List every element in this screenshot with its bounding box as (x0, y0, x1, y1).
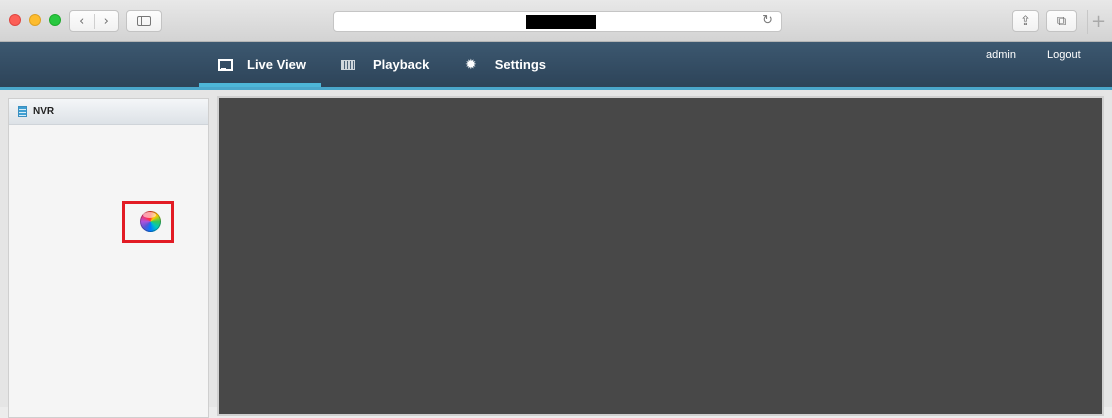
nvr-tree-node[interactable]: NVR (9, 99, 208, 125)
spinning-wheel-icon (140, 211, 161, 232)
history-nav: ‹ › (69, 10, 119, 32)
video-view-area[interactable] (217, 96, 1104, 416)
tab-label: Playback (373, 57, 430, 72)
close-window-button[interactable] (9, 14, 21, 26)
forward-button[interactable]: › (95, 14, 119, 29)
nvr-icon (18, 106, 27, 117)
new-tab-button[interactable]: + (1087, 10, 1109, 34)
tab-label: Live View (247, 57, 307, 72)
tabs-icon: ⧉ (1056, 13, 1067, 29)
panel-title: NVR (33, 106, 55, 117)
reload-icon[interactable]: ↻ (762, 13, 773, 28)
tab-settings[interactable]: ✹ Settings (465, 42, 546, 87)
username-label[interactable]: admin (986, 49, 1016, 61)
film-icon (341, 59, 355, 70)
redacted-url (526, 15, 596, 29)
show-tabs-button[interactable]: ⧉ (1046, 10, 1077, 32)
sidebar-icon (137, 16, 151, 26)
minimize-window-button[interactable] (29, 14, 41, 26)
share-icon: ⇪ (1020, 13, 1031, 29)
monitor-icon (218, 58, 233, 71)
maximize-window-button[interactable] (49, 14, 61, 26)
sidebar-toggle-button[interactable] (126, 10, 162, 32)
share-button[interactable]: ⇪ (1012, 10, 1039, 32)
logout-link[interactable]: Logout (1047, 49, 1081, 61)
tab-label: Settings (494, 57, 547, 72)
highlight-box (122, 201, 174, 243)
app-header: Live View Playback ✹ Settings admin Logo… (0, 42, 1112, 90)
tab-playback[interactable]: Playback (341, 42, 429, 87)
device-tree-panel: NVR (8, 98, 209, 418)
browser-toolbar: ‹ › ↻ ⇪ ⧉ + (0, 0, 1112, 42)
back-button[interactable]: ‹ (70, 13, 95, 29)
address-bar[interactable]: ↻ (333, 11, 782, 32)
page-body: NVR (0, 90, 1112, 418)
tab-live-view[interactable]: Live View (199, 42, 321, 87)
gear-icon: ✹ (465, 56, 477, 73)
